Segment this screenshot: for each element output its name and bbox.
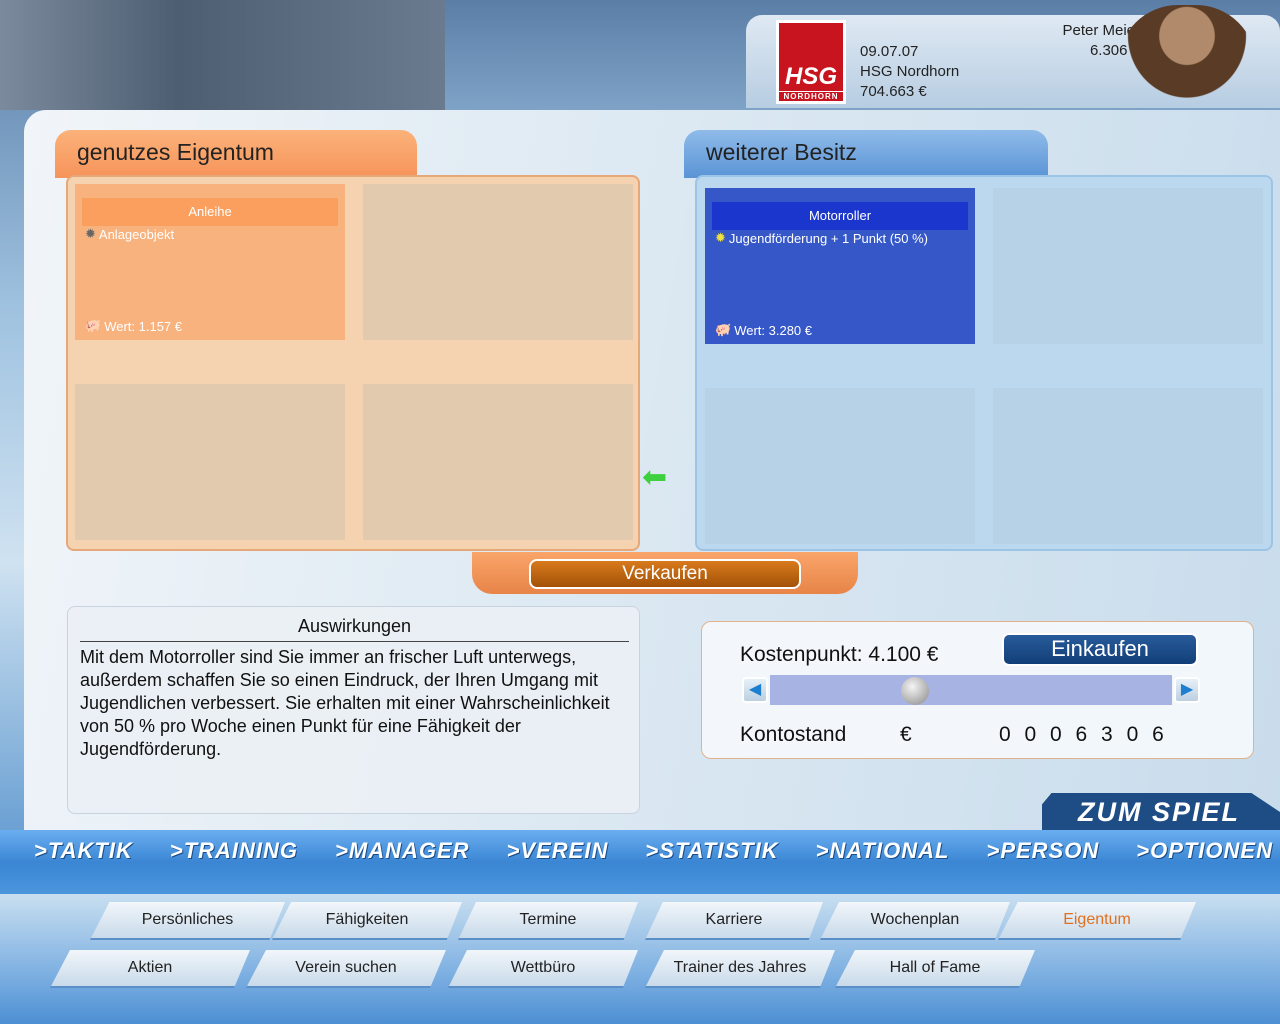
subnav-persönliches[interactable]: Persönliches (90, 902, 285, 940)
gear-sun-icon: ✹ (85, 226, 96, 241)
cost-label: Kostenpunkt: 4.100 € (740, 643, 939, 666)
amount-slider[interactable] (770, 675, 1172, 705)
transfer-arrow-left-icon[interactable]: ⬅ (642, 460, 667, 495)
header-info: 09.07.07 HSG Nordhorn 704.663 € (860, 42, 959, 102)
sell-button[interactable]: Verkaufen (529, 559, 801, 589)
slider-right-arrow-icon[interactable]: ▶ (1174, 677, 1200, 703)
balance-label: Kontostand (740, 723, 847, 746)
item-property: ✹ Jugendförderung + 1 Punkt (50 %) (715, 230, 929, 246)
nav-item[interactable]: >NATIONAL (816, 838, 950, 894)
other-property-panel: Motorroller ✹ Jugendförderung + 1 Punkt (… (695, 175, 1273, 551)
nav-item[interactable]: >STATISTIK (645, 838, 778, 894)
property-slot-motorroller[interactable]: Motorroller ✹ Jugendförderung + 1 Punkt (… (705, 188, 975, 344)
subnav-karriere[interactable]: Karriere (645, 902, 823, 940)
item-property: ✹ Anlageobjekt (85, 226, 175, 242)
nav-item[interactable]: >TAKTIK (34, 838, 133, 894)
header-photo (0, 0, 445, 110)
club-logo: HSG NORDHORN (776, 20, 846, 104)
piggy-bank-icon: 🐖 (85, 318, 102, 333)
subnav-termine[interactable]: Termine (458, 902, 638, 940)
empty-slot[interactable] (993, 388, 1263, 544)
buy-button[interactable]: Einkaufen (1002, 633, 1198, 666)
right-panel-title: weiterer Besitz (684, 130, 1048, 178)
club-budget: 704.663 € (860, 83, 927, 100)
date: 09.07.07 (860, 43, 919, 60)
subnav-eigentum[interactable]: Eigentum (998, 902, 1196, 940)
manager-avatar (1118, 5, 1256, 108)
club-name: HSG Nordhorn (860, 63, 960, 80)
nav-item[interactable]: >PERSON (986, 838, 1099, 894)
owned-property-panel: Anleihe ✹ Anlageobjekt 🐖 Wert: 1.157 € (66, 175, 640, 551)
slider-knob[interactable] (900, 677, 929, 705)
nav-item[interactable]: >TRAINING (170, 838, 298, 894)
slider-left-arrow-icon[interactable]: ◀ (742, 677, 768, 703)
balance-digits: 0 0 0 6 3 0 6 (999, 723, 1165, 746)
subnav-fähigkeiten[interactable]: Fähigkeiten (272, 902, 462, 940)
sun-icon: ✹ (715, 230, 726, 245)
item-title: Anleihe (82, 198, 338, 226)
main-nav: >TAKTIK >TRAINING >MANAGER >VEREIN >STATISTI… (0, 830, 1280, 894)
effects-panel: Auswirkungen Mit dem Motorroller sind Si… (67, 606, 640, 814)
property-slot-anleihe[interactable]: Anleihe ✹ Anlageobjekt 🐖 Wert: 1.157 € (75, 184, 345, 340)
piggy-bank-icon: 🐖 (715, 322, 732, 337)
left-panel-title: genutzes Eigentum (55, 130, 417, 178)
nav-item[interactable]: >VEREIN (507, 838, 609, 894)
item-value: 🐖 Wert: 1.157 € (85, 318, 182, 334)
nav-item[interactable]: >MANAGER (335, 838, 470, 894)
subnav-aktien[interactable]: Aktien (50, 950, 250, 988)
effects-title: Auswirkungen (80, 616, 629, 642)
subnav-verein-suchen[interactable]: Verein suchen (246, 950, 446, 988)
nav-item[interactable]: >OPTIONEN (1136, 838, 1273, 894)
subnav-hall-of-fame[interactable]: Hall of Fame (835, 950, 1035, 988)
subnav-wochenplan[interactable]: Wochenplan (820, 902, 1010, 940)
empty-slot[interactable] (75, 384, 345, 540)
zum-spiel-button[interactable]: ZUM SPIEL (1042, 793, 1280, 831)
empty-slot[interactable] (993, 188, 1263, 344)
subnav-wettbüro[interactable]: Wettbüro (448, 950, 638, 988)
empty-slot[interactable] (363, 184, 633, 340)
manager-name: Peter Meier (1062, 22, 1140, 39)
subnav-trainer-des-jahres[interactable]: Trainer des Jahres (645, 950, 835, 988)
empty-slot[interactable] (705, 388, 975, 544)
item-value: 🐖 Wert: 3.280 € (715, 322, 812, 338)
balance-currency: € (900, 723, 912, 746)
empty-slot[interactable] (363, 384, 633, 540)
effects-text: Mit dem Motorroller sind Sie immer an fr… (80, 647, 610, 759)
sub-nav: Persönliches Fähigkeiten Termine Karriere Wo… (0, 894, 1280, 1024)
item-title: Motorroller (712, 202, 968, 230)
